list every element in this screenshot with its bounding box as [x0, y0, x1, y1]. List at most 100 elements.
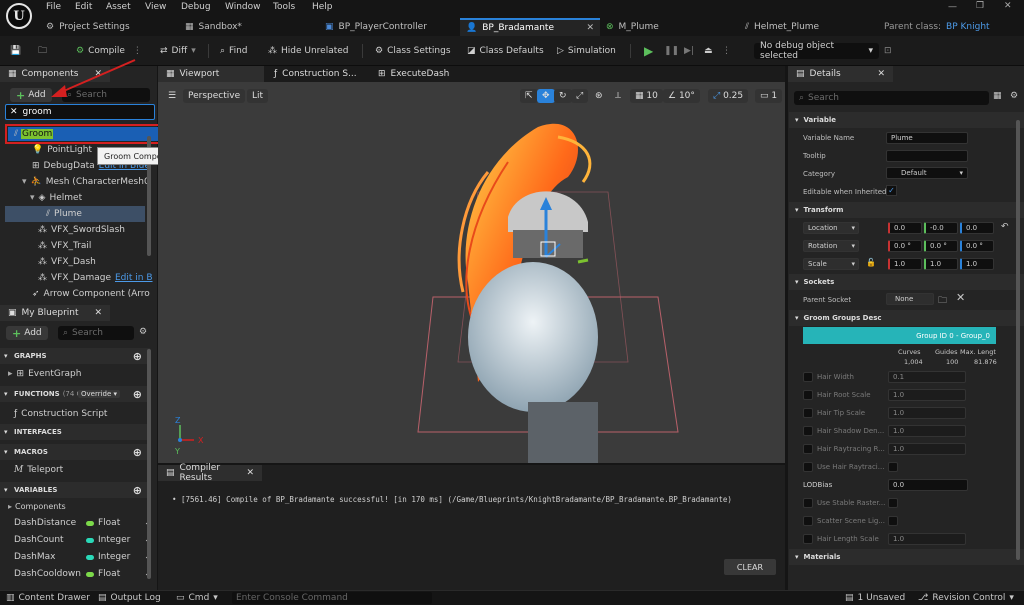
add-graph-icon[interactable]: ⊕	[133, 350, 142, 363]
category-sockets[interactable]: ▾ Sockets	[789, 274, 1024, 290]
groom-property-field[interactable]: 0.1	[888, 371, 966, 383]
scale-x[interactable]: 1.0	[888, 258, 922, 270]
collapse-arrow-icon[interactable]: ▾	[22, 177, 27, 187]
group-id-button[interactable]: Group ID 0 - Group_0	[803, 327, 996, 344]
console-input[interactable]: Enter Console Command	[232, 592, 432, 604]
section-variables[interactable]: ▾ VARIABLES ⊕	[0, 482, 150, 498]
output-log-button[interactable]: ▤ Output Log	[98, 593, 161, 603]
viewport-menu-icon[interactable]: ☰	[163, 89, 181, 103]
tree-item-vfx-dash[interactable]: ⁂ VFX_Dash	[38, 254, 96, 270]
rotation-y[interactable]: 0.0 °	[924, 240, 958, 252]
tab-bp-bradamante[interactable]: 👤 BP_Bradamante ✕	[460, 18, 600, 36]
select-mode-icon[interactable]: ⇱	[520, 89, 538, 103]
variable-row[interactable]: DashCountInteger⌄	[14, 532, 154, 548]
edit-in-blueprint-link[interactable]: Edit in B	[115, 273, 153, 283]
lock-scale-icon[interactable]: 🔓	[866, 258, 876, 267]
menu-view[interactable]: View	[145, 2, 166, 12]
play-icon[interactable]: ▶	[644, 43, 653, 59]
scale-dropdown[interactable]: Scale ▾	[803, 258, 859, 270]
category-transform[interactable]: ▾ Transform	[789, 202, 1024, 218]
save-icon[interactable]: 💾	[10, 43, 21, 59]
component-filter-input[interactable]: ✕ groom	[5, 104, 155, 120]
category-materials[interactable]: ▾ Materials	[789, 549, 1024, 565]
variable-row[interactable]: DashDistanceFloat⌄	[14, 515, 154, 531]
blueprint-search[interactable]: ⌕ Search	[58, 326, 134, 340]
macro-teleport[interactable]: M Teleport	[8, 462, 148, 478]
clear-socket-icon[interactable]: ✕	[956, 291, 965, 304]
menu-debug[interactable]: Debug	[181, 2, 211, 12]
location-dropdown[interactable]: Location ▾	[803, 222, 859, 234]
editable-inherited-checkbox[interactable]: ✓	[886, 185, 897, 196]
override-checkbox[interactable]	[803, 372, 813, 382]
details-tab[interactable]: ▤ Details ✕	[788, 66, 893, 82]
override-checkbox[interactable]	[803, 516, 813, 526]
close-tab-icon[interactable]: ✕	[586, 23, 594, 33]
tree-item-arrow[interactable]: ➶ Arrow Component (Arro	[32, 286, 150, 302]
section-macros[interactable]: ▾ MACROS ⊕	[0, 444, 150, 460]
surface-snap-icon[interactable]: ⟂	[610, 89, 626, 103]
tab-project-settings[interactable]: ⚙ Project Settings	[46, 18, 156, 36]
my-blueprint-tab[interactable]: ▣ My Blueprint ✕	[0, 305, 110, 321]
groom-property-field[interactable]: 0.0	[888, 479, 968, 491]
step-icon[interactable]: ▶|	[684, 43, 694, 59]
groom-property-checkbox[interactable]	[888, 498, 898, 508]
hide-unrelated-button[interactable]: ⁂ Hide Unrelated	[268, 43, 349, 59]
clear-button[interactable]: CLEAR	[724, 559, 776, 575]
close-tab-icon[interactable]: ✕	[94, 308, 102, 318]
add-variable-icon[interactable]: ⊕	[133, 484, 142, 497]
details-settings-icon[interactable]: ⚙	[1010, 91, 1018, 101]
play-options-icon[interactable]: ⋮	[722, 43, 731, 59]
override-checkbox[interactable]	[803, 462, 813, 472]
simulation-button[interactable]: ▷ Simulation	[557, 43, 616, 59]
category-variable[interactable]: ▾ Variable	[789, 112, 1024, 128]
add-macro-icon[interactable]: ⊕	[133, 446, 142, 459]
tab-bp-playercontroller[interactable]: ▣ BP_PlayerController	[325, 18, 450, 36]
close-window-icon[interactable]: ✕	[1004, 1, 1012, 11]
blueprint-settings-icon[interactable]: ⚙	[139, 327, 147, 337]
property-matrix-icon[interactable]: ▦	[993, 91, 1002, 101]
minimize-icon[interactable]: —	[948, 2, 957, 12]
unreal-logo-icon[interactable]: U	[6, 3, 32, 29]
perspective-button[interactable]: Perspective	[183, 89, 246, 103]
debug-object-dropdown[interactable]: No debug object selected ▾	[754, 41, 879, 61]
camera-speed-button[interactable]: ▭ 1	[755, 89, 783, 103]
revision-control-button[interactable]: ⎇ Revision Control ▾	[918, 593, 1014, 603]
graph-eventgraph[interactable]: ▸ ⊞ EventGraph	[8, 366, 148, 382]
groom-property-field[interactable]: 1.0	[888, 425, 966, 437]
parent-socket-field[interactable]: None	[886, 293, 934, 305]
override-checkbox[interactable]	[803, 534, 813, 544]
unsaved-button[interactable]: ▤ 1 Unsaved	[845, 593, 905, 603]
tab-executedash[interactable]: ⊞ ExecuteDash	[370, 66, 470, 82]
stop-icon[interactable]: ⏏	[704, 43, 713, 59]
tree-item-vfx-swordslash[interactable]: ⁂ VFX_SwordSlash	[38, 222, 125, 238]
location-x[interactable]: 0.0	[888, 222, 922, 234]
add-function-icon[interactable]: ⊕	[133, 388, 142, 401]
variable-row[interactable]: DashMaxInteger⌄	[14, 549, 154, 565]
find-button[interactable]: ⌕ Find	[220, 43, 248, 59]
variable-name-field[interactable]: Plume	[886, 132, 968, 144]
tab-m-plume[interactable]: ⊗ M_Plume	[606, 18, 726, 36]
groom-property-field[interactable]: 1.0	[888, 407, 966, 419]
tab-sandbox[interactable]: ▦ Sandbox*	[185, 18, 285, 36]
section-interfaces[interactable]: ▾ INTERFACES	[0, 424, 150, 440]
rotation-z[interactable]: 0.0 °	[960, 240, 994, 252]
grid-snap-button[interactable]: ▦ 10	[630, 89, 663, 103]
menu-tools[interactable]: Tools	[273, 2, 295, 12]
pause-icon[interactable]: ❚❚	[664, 43, 679, 59]
cmd-dropdown[interactable]: ▭ Cmd ▾	[176, 593, 218, 603]
override-checkbox[interactable]	[803, 498, 813, 508]
clear-filter-icon[interactable]: ✕	[10, 107, 18, 117]
menu-file[interactable]: File	[46, 2, 61, 12]
section-functions[interactable]: ▾ FUNCTIONS (74 OV Override ▾ ⊕	[0, 386, 150, 402]
tree-item-plume[interactable]: ⫽ Plume	[46, 206, 82, 222]
lit-button[interactable]: Lit	[247, 89, 269, 103]
debug-filter-icon[interactable]: ⊡	[884, 43, 892, 59]
tab-construction-script[interactable]: ƒ Construction S...	[266, 66, 366, 82]
3d-viewport[interactable]: X Y Z	[158, 82, 785, 463]
tree-item-vfx-damage[interactable]: ⁂ VFX_Damage Edit in B	[38, 270, 153, 286]
menu-window[interactable]: Window	[225, 2, 261, 12]
browse-socket-icon[interactable]: 🗀	[938, 293, 947, 309]
variable-group-components[interactable]: ▸ Components	[8, 498, 148, 514]
category-dropdown[interactable]: Default ▾	[886, 167, 968, 179]
override-checkbox[interactable]	[803, 444, 813, 454]
